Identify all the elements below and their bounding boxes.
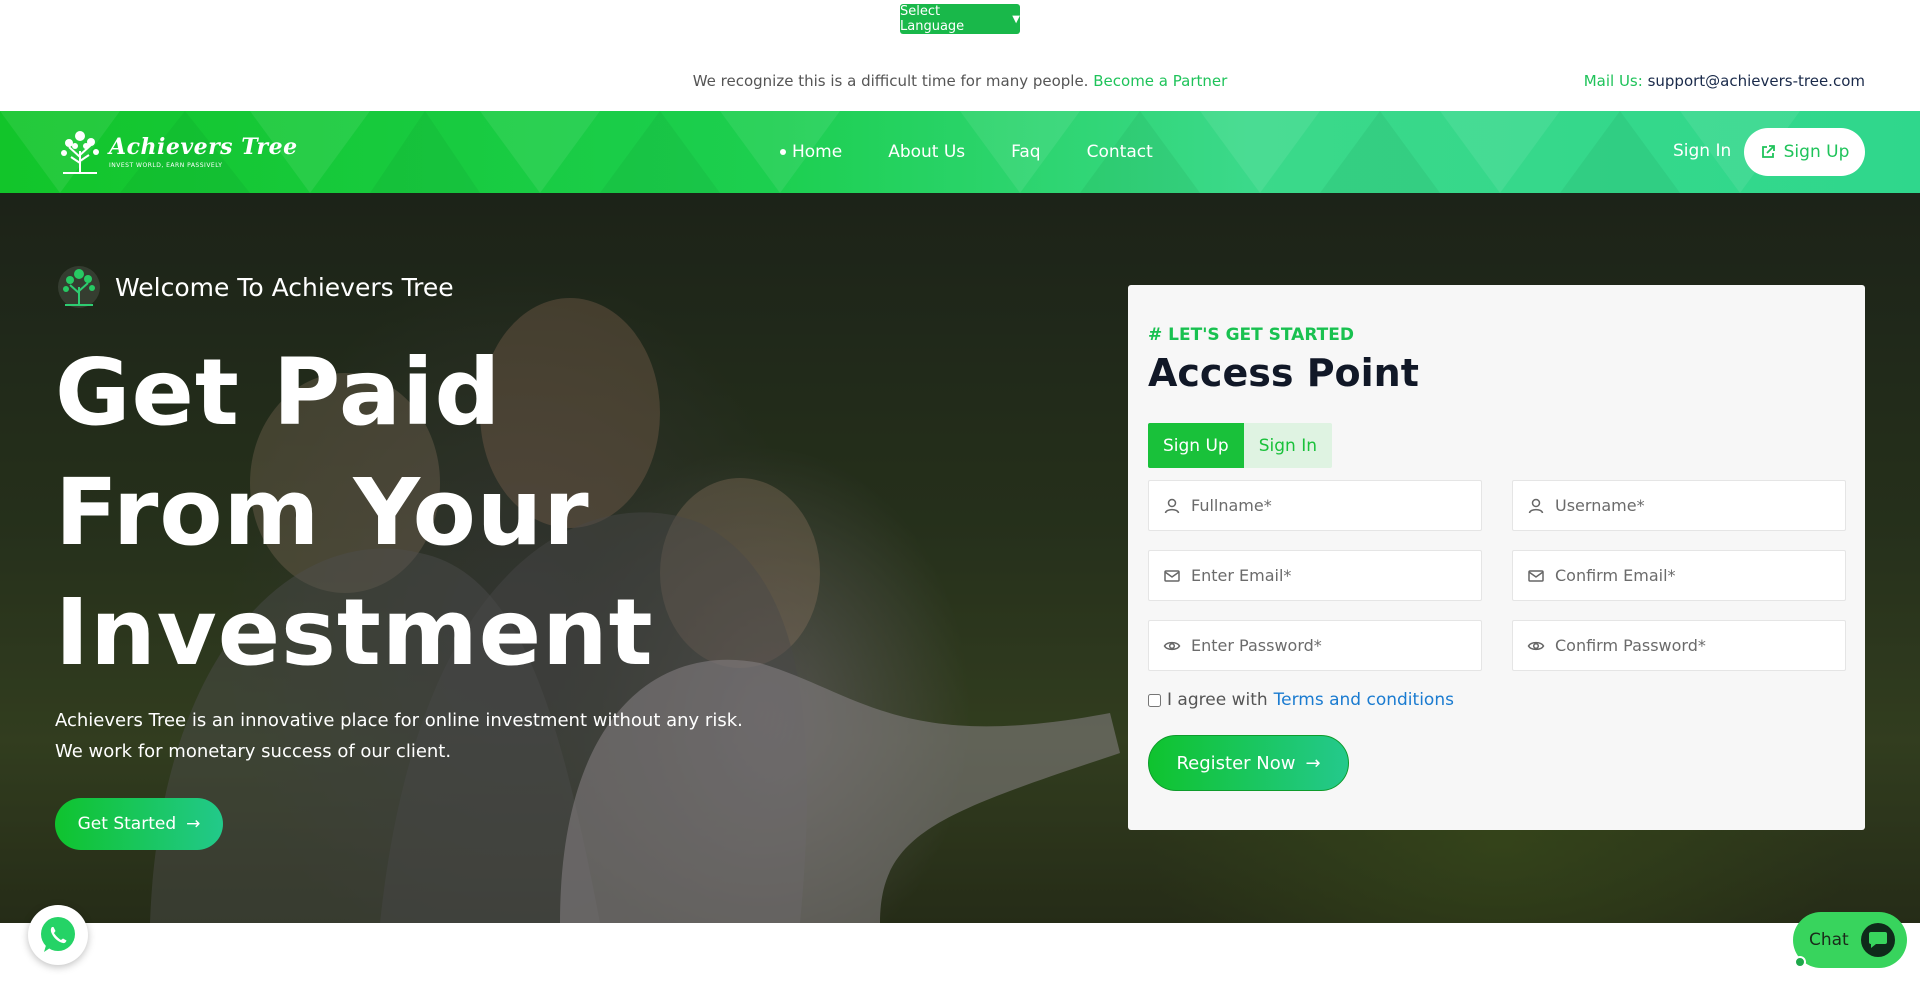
eye-icon	[1527, 641, 1545, 650]
chevron-down-icon: ▼	[1012, 13, 1020, 25]
confirm-password-input[interactable]	[1555, 636, 1835, 655]
become-partner-link[interactable]: Become a Partner	[1093, 72, 1227, 90]
arrow-right-icon: →	[186, 814, 201, 834]
welcome-text: Welcome To Achievers Tree	[115, 272, 454, 302]
hero-lead: Achievers Tree is an innovative place fo…	[55, 710, 743, 762]
chat-widget-button[interactable]: Chat	[1793, 912, 1907, 968]
nav-contact[interactable]: Contact	[1087, 142, 1153, 162]
access-point-card: # LET'S GET STARTED Access Point Sign Up…	[1128, 285, 1865, 830]
nav-faq[interactable]: Faq	[1011, 142, 1040, 162]
language-select-label: Select Language	[900, 4, 965, 34]
hero-headline: Get Paid From Your Investment	[55, 333, 755, 693]
welcome-row: Welcome To Achievers Tree	[57, 265, 454, 309]
headline-line-3: Investment	[55, 579, 654, 686]
form-eyebrow: # LET'S GET STARTED	[1148, 325, 1354, 345]
terms-checkbox[interactable]	[1148, 693, 1161, 707]
terms-link[interactable]: Terms and conditions	[1274, 690, 1454, 710]
envelope-icon	[1164, 569, 1180, 582]
signup-button[interactable]: Sign Up	[1744, 128, 1865, 176]
whatsapp-button[interactable]	[28, 905, 88, 965]
nav-home-label: Home	[792, 142, 843, 162]
password-field[interactable]	[1148, 620, 1482, 671]
auth-tabs: Sign Up Sign In	[1148, 423, 1332, 468]
username-field[interactable]	[1512, 480, 1846, 531]
confirm-password-field[interactable]	[1512, 620, 1846, 671]
tab-sign-up[interactable]: Sign Up	[1148, 423, 1244, 468]
online-status-dot	[1794, 956, 1806, 968]
chat-bubble-icon	[1860, 923, 1895, 957]
user-icon	[1528, 498, 1544, 513]
nav-about-label: About Us	[888, 142, 966, 162]
get-started-label: Get Started	[77, 814, 177, 834]
mail-contact: Mail Us: support@achievers-tree.com	[1584, 72, 1865, 90]
eye-icon	[1163, 641, 1181, 650]
headline-line-2: From Your	[55, 459, 590, 566]
notice-text: We recognize this is a difficult time fo…	[692, 72, 1089, 90]
nav-home[interactable]: Home	[780, 142, 842, 162]
signup-button-label: Sign Up	[1783, 142, 1850, 162]
fullname-input[interactable]	[1191, 496, 1471, 515]
email-input[interactable]	[1191, 566, 1471, 585]
password-input[interactable]	[1191, 636, 1471, 655]
nav-faq-label: Faq	[1011, 142, 1041, 162]
tree-logo-icon	[61, 131, 99, 174]
register-label: Register Now	[1176, 752, 1296, 774]
signin-link[interactable]: Sign In	[1673, 141, 1731, 161]
brand-name: Achievers Tree	[109, 133, 298, 160]
fullname-field[interactable]	[1148, 480, 1482, 531]
main-navbar: Achievers Tree INVEST WORLD, EARN PASSIV…	[0, 111, 1920, 193]
register-button[interactable]: Register Now →	[1148, 735, 1349, 791]
external-link-icon	[1761, 145, 1775, 158]
envelope-icon	[1528, 569, 1544, 582]
whatsapp-icon	[41, 917, 75, 952]
tab-sign-in[interactable]: Sign In	[1243, 423, 1332, 468]
get-started-button[interactable]: Get Started →	[55, 798, 223, 850]
arrow-right-icon: →	[1305, 752, 1321, 774]
primary-nav: Home About Us Faq Contact	[780, 111, 1153, 193]
email-field[interactable]	[1148, 550, 1482, 601]
brand-tagline: INVEST WORLD, EARN PASSIVELY	[109, 161, 223, 169]
form-title: Access Point	[1148, 351, 1419, 395]
brand-logo[interactable]: Achievers Tree INVEST WORLD, EARN PASSIV…	[55, 127, 298, 175]
confirm-email-field[interactable]	[1512, 550, 1846, 601]
mail-address-link[interactable]: support@achievers-tree.com	[1648, 72, 1865, 90]
username-input[interactable]	[1555, 496, 1835, 515]
user-icon	[1164, 498, 1180, 513]
agree-text: I agree with	[1167, 690, 1268, 710]
nav-contact-label: Contact	[1086, 142, 1153, 162]
mail-label: Mail Us:	[1583, 72, 1643, 90]
tree-icon	[58, 266, 100, 308]
active-dot-icon	[780, 149, 786, 155]
chat-label: Chat	[1809, 930, 1849, 950]
nav-about[interactable]: About Us	[888, 142, 965, 162]
language-select[interactable]: Select Language ▼	[900, 4, 1020, 34]
terms-agreement: I agree with Terms and conditions	[1148, 690, 1454, 710]
headline-line-1: Get Paid	[55, 339, 502, 446]
confirm-email-input[interactable]	[1555, 566, 1835, 585]
